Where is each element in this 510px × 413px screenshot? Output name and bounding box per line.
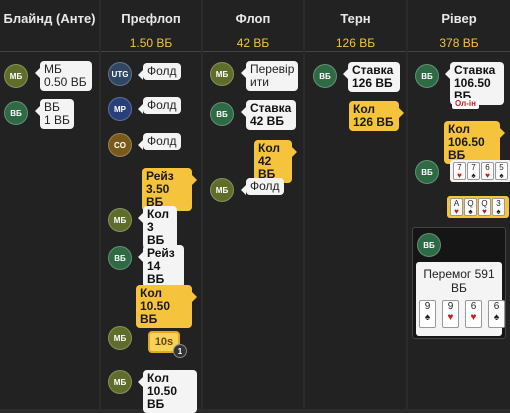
playing-card: 5 ♠: [495, 162, 508, 180]
winner-panel: ВБ Перемог 591 ВБ 9♠9♥6♥6♠A♠: [412, 227, 506, 339]
winnings-text: Перемог 591 ВБ: [423, 267, 495, 295]
action-label-cont: ити: [250, 75, 269, 89]
pot-size: 42 ВБ: [236, 36, 270, 50]
action-call: Кол 10.50 ВБ: [136, 285, 197, 328]
column-title: Флоп: [235, 11, 271, 26]
position-badge-mp: MP: [108, 97, 132, 121]
column-title: Блайнд (Анте): [3, 11, 96, 26]
position-badge-sb: МБ: [210, 178, 234, 202]
action-check: Перевір ити: [241, 61, 298, 91]
position-badge-sb: МБ: [108, 326, 132, 350]
playing-card: Q ♥: [478, 198, 491, 216]
playing-card: 6 ♠: [488, 300, 505, 328]
action-fold: Фолд: [138, 63, 181, 80]
action-call: Кол 106.50 ВБ: [444, 121, 505, 164]
action-raise: Рейз 3.50 ВБ: [142, 168, 197, 211]
all-in-badge: Ол-ін: [452, 98, 479, 109]
action-bet: Ставка 126 ВБ: [343, 62, 400, 92]
pot-size: 378 ВБ: [439, 36, 479, 50]
action-call: Кол 3 ВБ: [138, 206, 177, 249]
blind-amount: 0.50 ВБ: [44, 75, 87, 89]
action-amount: 126 ВБ: [352, 76, 393, 90]
blind-bubble-sb: МБ 0.50 ВБ: [35, 61, 92, 91]
position-badge-bb: ВБ: [210, 102, 234, 126]
playing-card: 7 ♠: [467, 162, 480, 180]
position-badge-utg: UTG: [108, 62, 132, 86]
action-amount: 106.50 ВБ: [448, 135, 485, 162]
action-call: Кол 10.50 ВБ: [138, 370, 197, 413]
position-badge-bb: ВБ: [108, 246, 132, 270]
playing-card: 6 ♥: [481, 162, 494, 180]
pot-size: 1.50 ВБ: [129, 36, 173, 50]
action-amount: 10.50 ВБ: [147, 384, 178, 411]
column-title: Префлоп: [121, 11, 181, 26]
action-fold: Фолд: [241, 178, 284, 195]
count-badge: 1: [173, 344, 187, 358]
position-badge-bb: ВБ: [417, 233, 441, 257]
action-raise: Рейз 14 ВБ: [138, 245, 184, 288]
playing-card: 6 ♥: [465, 300, 482, 328]
position-badge-co: CO: [108, 133, 132, 157]
column-title: Терн: [340, 11, 371, 26]
position-badge-sb: МБ: [108, 208, 132, 232]
playing-card: 7 ♥: [453, 162, 466, 180]
playing-card: 9 ♠: [419, 300, 436, 328]
pot-size: 126 ВБ: [335, 36, 376, 50]
position-badge-bb: ВБ: [313, 64, 337, 88]
winner-card: Перемог 591 ВБ 9♠9♥6♥6♠A♠: [416, 262, 505, 336]
playing-card: A ♥: [450, 198, 463, 216]
column-title: Рівер: [441, 11, 477, 26]
action-amount: 126 ВБ: [353, 115, 394, 129]
action-amount: 14 ВБ: [147, 259, 165, 286]
action-fold: Фолд: [138, 133, 181, 150]
position-badge-bb: ВБ: [415, 160, 439, 184]
blind-bubble-bb: ВБ 1 ВБ: [35, 99, 74, 129]
winning-cards: 9♠9♥6♥6♠A♠: [416, 300, 505, 328]
playing-card: 9 ♥: [442, 300, 459, 328]
action-call: Кол 42 ВБ: [254, 140, 297, 183]
position-badge-sb: МБ: [108, 370, 132, 394]
blind-amount: 1 ВБ: [44, 113, 70, 127]
action-call: Кол 126 ВБ: [349, 101, 404, 131]
action-fold: Фолд: [138, 97, 181, 114]
position-badge-bb: ВБ: [415, 64, 439, 88]
shown-hand: A ♥ Q ♠ Q ♥ 3 ♠: [447, 196, 509, 218]
position-badge-sb: МБ: [210, 62, 234, 86]
action-amount: 10.50 ВБ: [140, 299, 171, 326]
action-bet: Ставка 42 ВБ: [241, 100, 296, 130]
action-amount: 3 ВБ: [147, 220, 165, 247]
position-badge-sb: МБ: [4, 64, 28, 88]
playing-card: 3 ♠: [492, 198, 505, 216]
action-amount: 42 ВБ: [250, 114, 284, 128]
position-badge-bb: ВБ: [4, 101, 28, 125]
playing-card: Q ♠: [464, 198, 477, 216]
shown-hand: 7 ♥ 7 ♠ 6 ♥ 5 ♠: [450, 160, 510, 182]
